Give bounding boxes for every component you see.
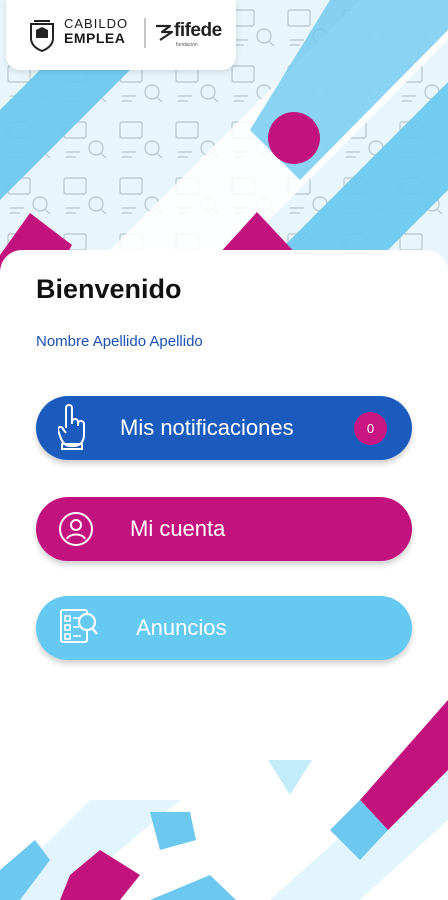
pointing-hand-icon xyxy=(58,404,85,450)
fifede-name: fifede xyxy=(174,20,222,41)
emplea-text: EMPLEA xyxy=(64,30,126,46)
cabildo-text: CABILDO xyxy=(64,16,129,31)
account-button[interactable]: Mi cuenta xyxy=(36,497,412,561)
account-label: Mi cuenta xyxy=(130,516,226,541)
user-icon xyxy=(59,512,93,546)
ads-label: Anuncios xyxy=(136,615,227,640)
notifications-label: Mis notificaciones xyxy=(120,415,294,440)
footer-pattern xyxy=(0,700,448,900)
logo-card: CABILDO EMPLEA fifede fundación xyxy=(6,0,236,70)
notifications-button[interactable]: Mis notificaciones 0 xyxy=(36,396,412,460)
fifede-sub: fundación xyxy=(176,42,198,48)
footer-decoration xyxy=(0,700,448,900)
logo-divider xyxy=(144,18,146,48)
cabildo-seal-icon xyxy=(30,20,54,52)
page-title: Bienvenido xyxy=(36,274,182,304)
ads-button[interactable]: Anuncios xyxy=(36,596,412,660)
fifede-mark-icon xyxy=(156,24,174,41)
user-name: Nombre Apellido Apellido xyxy=(36,333,203,350)
job-board-search-icon xyxy=(60,609,98,643)
cabildo-emplea-logo: CABILDO EMPLEA xyxy=(64,16,129,46)
notifications-count-badge: 0 xyxy=(354,412,387,445)
